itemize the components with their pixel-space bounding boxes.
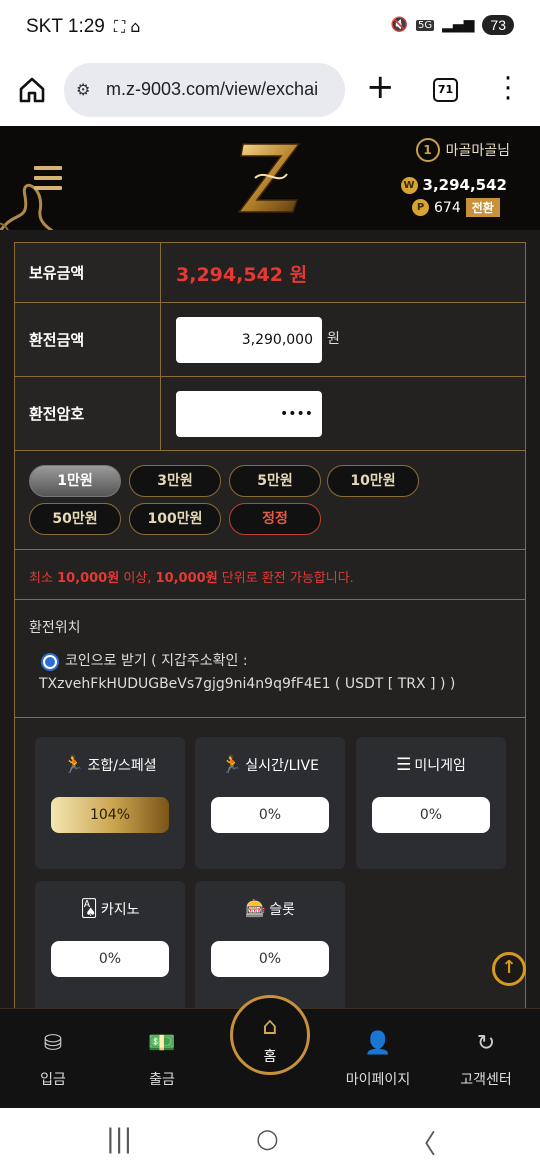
battery-indicator: 73 — [482, 15, 514, 35]
running-icon: 🏃 — [221, 755, 243, 775]
signal-icon: ▂▄▆ — [442, 17, 475, 33]
rate-bar: 0% — [51, 941, 169, 977]
chip-10000[interactable]: 1만원 — [29, 465, 121, 497]
nav-withdraw[interactable]: 💵 출금 — [117, 1031, 207, 1089]
coin-option-label[interactable]: 코인으로 받기 ( 지갑주소확인 : TXzvehFkHUDUGBeVs7gjg… — [39, 650, 509, 696]
url-text: m.z-9003.com/view/exchai — [106, 79, 319, 99]
network-label: 5G — [415, 19, 435, 31]
username: 마골마골님 — [445, 143, 510, 159]
chip-100000[interactable]: 10만원 — [327, 465, 419, 497]
support-24-icon: ↻ — [476, 1031, 496, 1056]
point-value: 674 — [434, 199, 461, 216]
ladder-icon: ☰ — [396, 755, 412, 775]
nav-deposit-label: 입금 — [40, 1072, 66, 1088]
chip-1000000[interactable]: 100만원 — [129, 503, 221, 535]
password-row: 환전암호 •••• — [15, 377, 525, 451]
rolling-rates: 🏃 조합/스페셜 104% 🏃 실시간/LIVE 0% ☰ 미니게임 0% 🂡 카지노 … — [15, 717, 525, 1010]
game-card-combo: 🏃 조합/스페셜 104% — [35, 737, 185, 869]
chip-50000[interactable]: 5만원 — [229, 465, 321, 497]
balance-label: 보유금액 — [15, 243, 161, 302]
money-value: 3,294,542 — [422, 176, 507, 194]
home-nav-icon[interactable]: ○ — [256, 1124, 279, 1154]
cards-icon: 🂡 — [80, 899, 98, 919]
game-card-slot: 🎰 슬롯 0% — [195, 881, 345, 1010]
user-info[interactable]: 1 마골마골님 — [415, 138, 510, 162]
game-card-casino: 🂡 카지노 0% — [35, 881, 185, 1010]
game-title: 조합/스페셜 — [87, 758, 157, 774]
amount-input[interactable]: 3,290,000 — [176, 317, 322, 363]
wallet-address: TXzvehFkHUDUGBeVs7gjg9ni4n9q9fF4E1 ( USD… — [39, 676, 456, 692]
exchange-location-title: 환전위치 — [29, 620, 81, 636]
tab-switcher-button[interactable]: 71 — [433, 78, 458, 102]
game-title: 실시간/LIVE — [245, 758, 319, 774]
nav-home-label: 홈 — [263, 1049, 277, 1065]
site-logo[interactable] — [235, 138, 305, 216]
game-card-minigame: ☰ 미니게임 0% — [356, 737, 506, 869]
rank-badge: 1 — [415, 138, 440, 162]
divider — [15, 599, 525, 600]
site-header: 1 마골마골님 W 3,294,542 P 674 전환 — [0, 126, 540, 230]
address-bar[interactable]: ⚙ m.z-9003.com/view/exchai — [64, 63, 345, 117]
back-icon[interactable]: 〈 — [410, 1124, 436, 1161]
cash-icon: 💵 — [148, 1031, 176, 1056]
user-icon: 👤 — [364, 1031, 392, 1056]
convert-button[interactable]: 전환 — [465, 198, 500, 217]
exchange-panel: 보유금액 3,294,542 원 환전금액 3,290,000 원 환전암호 •… — [14, 242, 526, 1010]
nav-mypage[interactable]: 👤 마이페이지 — [333, 1031, 423, 1089]
chip-500000[interactable]: 50만원 — [29, 503, 121, 535]
game-title: 미니게임 — [414, 758, 466, 774]
chip-30000[interactable]: 3만원 — [129, 465, 221, 497]
main-content: 보유금액 3,294,542 원 환전금액 3,290,000 원 환전암호 •… — [0, 230, 540, 1010]
exchange-notice: 최소 10,000원 이상, 10,000원 단위로 환전 가능합니다. — [29, 571, 354, 586]
browser-home-icon[interactable] — [18, 76, 46, 104]
reset-button[interactable]: 정정 — [229, 503, 321, 535]
game-card-live: 🏃 실시간/LIVE 0% — [195, 737, 345, 869]
game-title: 카지노 — [100, 902, 140, 918]
amount-label: 환전금액 — [15, 303, 161, 376]
password-label: 환전암호 — [15, 377, 161, 450]
browser-toolbar: ⚙ m.z-9003.com/view/exchai + 71 · · · — [0, 56, 540, 126]
amount-unit: 원 — [327, 331, 340, 347]
new-tab-button[interactable]: + — [366, 70, 395, 104]
balance-value: 3,294,542 원 — [176, 264, 308, 286]
nav-mypage-label: 마이페이지 — [345, 1072, 411, 1088]
scroll-top-icon[interactable]: ↑ — [492, 952, 526, 986]
nav-home[interactable]: ⌂ 홈 — [230, 995, 310, 1075]
status-bar: SKT 1:29 ⛶ ⌂ 🔇 5G ▂▄▆ 73 — [0, 0, 540, 56]
money-balance: W 3,294,542 — [400, 176, 507, 194]
nav-support[interactable]: ↻ 고객센터 — [441, 1031, 531, 1089]
nav-support-label: 고객센터 — [460, 1072, 512, 1088]
menu-icon[interactable] — [34, 166, 62, 190]
clock: SKT 1:29 — [26, 16, 105, 37]
mute-icon: 🔇 — [390, 17, 408, 33]
divider — [15, 549, 525, 550]
point-balance: P 674 전환 — [412, 198, 500, 217]
running-icon: 🏃 — [63, 755, 85, 775]
won-coin-icon: W — [400, 176, 418, 194]
rate-bar: 104% — [51, 797, 169, 833]
bottom-nav: ⛁ 입금 💵 출금 ⌂ 홈 👤 마이페이지 ↻ 고객센터 — [0, 995, 540, 1108]
point-coin-icon: P — [412, 199, 429, 216]
nav-deposit[interactable]: ⛁ 입금 — [8, 1031, 98, 1089]
balance-row: 보유금액 3,294,542 원 — [15, 243, 525, 303]
coins-icon: ⛁ — [43, 1031, 63, 1056]
status-icons: ⛶ ⌂ — [114, 17, 141, 36]
home-icon: ⌂ — [262, 1012, 278, 1040]
coin-option-line1: 코인으로 받기 ( 지갑주소확인 : — [65, 653, 248, 669]
password-input[interactable]: •••• — [176, 391, 322, 437]
amount-row: 환전금액 3,290,000 원 — [15, 303, 525, 377]
slot-icon: 🎰 — [245, 899, 267, 919]
rate-bar: 0% — [372, 797, 490, 833]
rate-bar: 0% — [211, 941, 329, 977]
site-settings-icon[interactable]: ⚙ — [76, 80, 90, 99]
recent-apps-icon[interactable]: ||| — [106, 1124, 132, 1154]
game-title: 슬롯 — [269, 902, 295, 918]
status-right: 🔇 5G ▂▄▆ 73 — [391, 15, 514, 35]
more-menu-icon[interactable]: · · · — [500, 66, 516, 112]
nav-withdraw-label: 출금 — [149, 1072, 175, 1088]
system-nav-bar: ||| ○ 〈 — [0, 1108, 540, 1170]
rate-bar: 0% — [211, 797, 329, 833]
